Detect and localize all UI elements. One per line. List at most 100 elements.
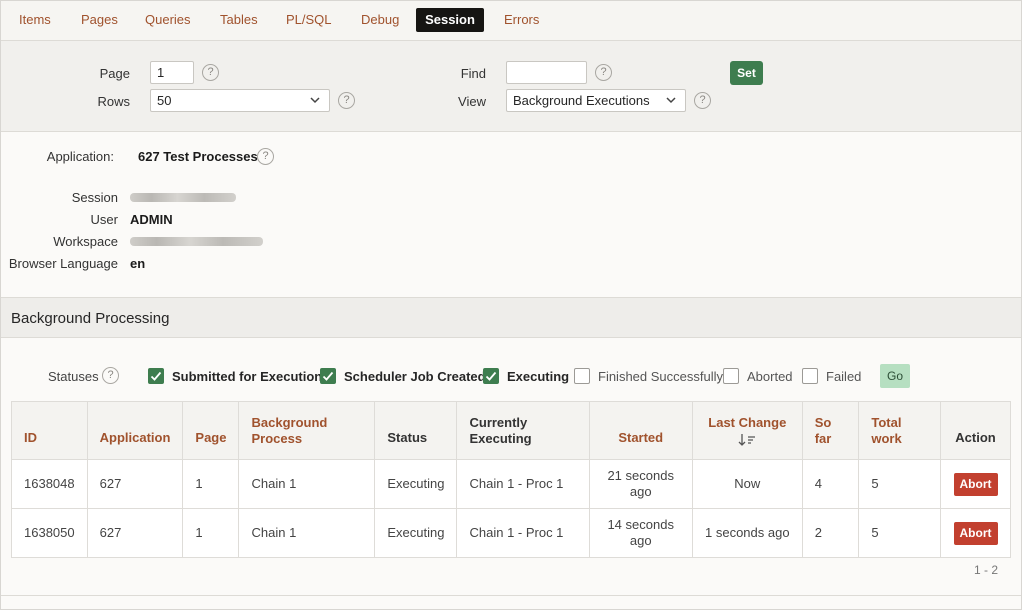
checkbox-failed[interactable]	[802, 368, 818, 384]
set-button[interactable]: Set	[730, 61, 763, 85]
cell-page: 1	[182, 459, 240, 509]
abort-button[interactable]: Abort	[953, 472, 998, 496]
find-input[interactable]	[506, 61, 587, 84]
rows-select[interactable]: 50	[150, 89, 330, 112]
abort-button[interactable]: Abort	[953, 521, 998, 545]
checkbox-executing-label[interactable]: Executing	[507, 369, 569, 384]
tab-bar: Items Pages Queries Tables PL/SQL Debug …	[0, 0, 1022, 41]
cell-action: Abort	[940, 459, 1011, 509]
checkbox-finished-successfully[interactable]	[574, 368, 590, 384]
tab-errors[interactable]: Errors	[492, 8, 551, 32]
checkbox-executing[interactable]	[483, 368, 499, 384]
column-header-id[interactable]: ID	[11, 401, 88, 460]
checkbox-failed-label[interactable]: Failed	[826, 369, 861, 384]
background-processing-table: ID Application Page Background Process St…	[11, 401, 1011, 558]
chevron-down-icon	[666, 97, 676, 104]
tab-items[interactable]: Items	[7, 8, 63, 32]
tab-tables[interactable]: Tables	[208, 8, 270, 32]
cell-process: Chain 1	[238, 459, 376, 509]
cell-status: Executing	[374, 508, 458, 558]
table-row: 1638050 627 1 Chain 1 Executing Chain 1 …	[11, 508, 1011, 558]
view-select-value: Background Executions	[513, 93, 650, 108]
browser-language-value: en	[130, 256, 146, 271]
browser-language-label: Browser Language	[8, 256, 118, 271]
cell-id: 1638050	[11, 508, 88, 558]
column-header-started[interactable]: Started	[588, 401, 693, 460]
cell-page: 1	[182, 508, 240, 558]
user-label: User	[90, 212, 118, 227]
rows-label: Rows	[97, 94, 130, 109]
check-icon	[485, 371, 497, 381]
sort-descending-icon	[738, 433, 756, 446]
cell-so-far: 4	[801, 459, 860, 509]
statuses-label: Statuses	[48, 369, 99, 384]
application-label: Application:	[46, 149, 114, 164]
go-button[interactable]: Go	[880, 364, 910, 388]
application-help-icon[interactable]: ?	[257, 148, 274, 165]
cell-so-far: 2	[801, 508, 860, 558]
find-label: Find	[460, 66, 486, 81]
workspace-value-redacted	[130, 237, 263, 246]
column-header-page[interactable]: Page	[182, 401, 240, 460]
session-label: Session	[71, 190, 118, 205]
cell-last-change: Now	[691, 459, 803, 509]
chevron-down-icon	[310, 97, 320, 104]
statuses-help-icon[interactable]: ?	[102, 367, 119, 384]
check-icon	[322, 371, 334, 381]
cell-currently-executing: Chain 1 - Proc 1	[456, 459, 590, 509]
page-label: Page	[99, 66, 130, 81]
cell-process: Chain 1	[238, 508, 376, 558]
region-header: Background Processing	[0, 297, 1022, 338]
tab-debug[interactable]: Debug	[349, 8, 411, 32]
column-header-background-process[interactable]: Background Process	[238, 401, 376, 460]
workspace-label: Workspace	[53, 234, 118, 249]
view-label: View	[458, 94, 486, 109]
table-header-row: ID Application Page Background Process St…	[11, 401, 1011, 460]
rows-help-icon[interactable]: ?	[338, 92, 355, 109]
session-value-redacted	[130, 193, 236, 202]
column-header-so-far[interactable]: So far	[801, 401, 860, 460]
column-header-total-work[interactable]: Total work	[858, 401, 942, 460]
checkbox-submitted-label[interactable]: Submitted for Execution	[172, 369, 322, 384]
tab-session[interactable]: Session	[416, 8, 484, 32]
page-input[interactable]	[150, 61, 194, 84]
checkbox-aborted[interactable]	[723, 368, 739, 384]
cell-action: Abort	[940, 508, 1011, 558]
column-header-application[interactable]: Application	[86, 401, 184, 460]
checkbox-aborted-label[interactable]: Aborted	[747, 369, 793, 384]
cell-last-change: 1 seconds ago	[691, 508, 803, 558]
tab-plsql[interactable]: PL/SQL	[274, 8, 344, 32]
checkbox-scheduler-job-created[interactable]	[320, 368, 336, 384]
column-header-action: Action	[940, 401, 1011, 460]
cell-started: 21 seconds ago	[588, 459, 693, 509]
filter-region	[0, 41, 1022, 132]
cell-application: 627	[86, 508, 184, 558]
cell-id: 1638048	[11, 459, 88, 509]
checkbox-finished-successfully-label[interactable]: Finished Successfully	[598, 369, 723, 384]
view-select[interactable]: Background Executions	[506, 89, 686, 112]
region-title: Background Processing	[11, 310, 170, 327]
checkbox-scheduler-job-created-label[interactable]: Scheduler Job Created	[344, 369, 486, 384]
cell-total-work: 5	[858, 459, 942, 509]
cell-application: 627	[86, 459, 184, 509]
column-header-currently-executing[interactable]: Currently Executing	[456, 401, 590, 460]
tab-pages[interactable]: Pages	[69, 8, 130, 32]
find-help-icon[interactable]: ?	[595, 64, 612, 81]
cell-total-work: 5	[858, 508, 942, 558]
column-header-status[interactable]: Status	[374, 401, 458, 460]
pagination-info: 1 - 2	[973, 563, 998, 577]
cell-status: Executing	[374, 459, 458, 509]
page-help-icon[interactable]: ?	[202, 64, 219, 81]
application-value: 627 Test Processes	[138, 149, 258, 164]
table-row: 1638048 627 1 Chain 1 Executing Chain 1 …	[11, 459, 1011, 509]
divider	[0, 595, 1022, 596]
rows-select-value: 50	[157, 93, 172, 108]
user-value: ADMIN	[130, 212, 173, 227]
cell-currently-executing: Chain 1 - Proc 1	[456, 508, 590, 558]
cell-started: 14 seconds ago	[588, 508, 693, 558]
column-header-last-change[interactable]: Last Change	[691, 401, 803, 460]
check-icon	[150, 371, 162, 381]
view-help-icon[interactable]: ?	[694, 92, 711, 109]
checkbox-submitted[interactable]	[148, 368, 164, 384]
tab-queries[interactable]: Queries	[133, 8, 203, 32]
